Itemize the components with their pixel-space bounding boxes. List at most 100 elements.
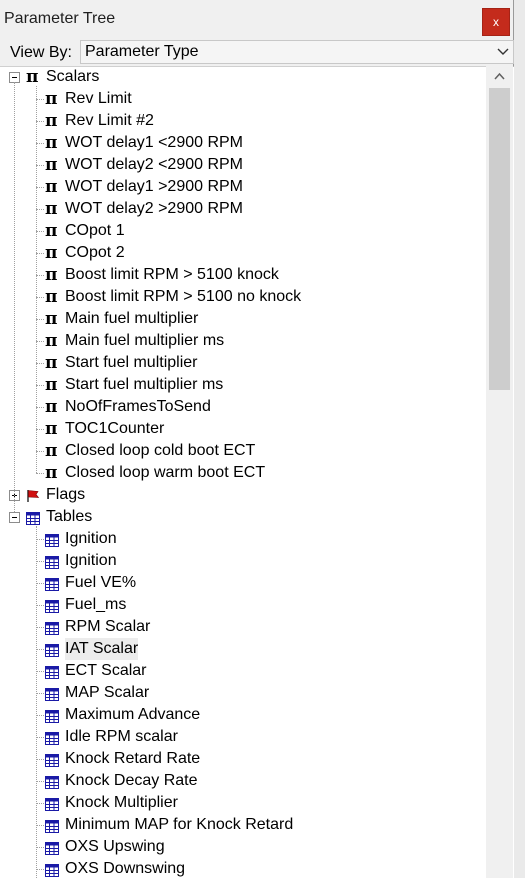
tree-connector	[36, 429, 44, 430]
tree-item-table[interactable]: Knock Decay Rate	[0, 770, 485, 792]
table-grid-icon	[45, 622, 59, 635]
tree-item-label: OXS Downswing	[65, 860, 186, 877]
tree-item-scalar[interactable]: π COpot 1	[0, 220, 485, 242]
table-grid-icon	[45, 798, 59, 811]
pi-icon: π	[45, 221, 58, 241]
tree-connector	[36, 187, 44, 188]
pi-icon: π	[45, 177, 58, 197]
scroll-up-icon[interactable]	[494, 72, 505, 80]
view-by-select[interactable]: Parameter Type	[80, 40, 514, 64]
tree-item-table[interactable]: IAT Scalar	[0, 638, 485, 660]
pi-icon: π	[45, 133, 58, 153]
tree-item-scalar[interactable]: π WOT delay1 <2900 RPM	[0, 132, 485, 154]
tree-item-scalar[interactable]: π Boost limit RPM > 5100 no knock	[0, 286, 485, 308]
pi-icon: π	[45, 419, 58, 439]
table-grid-icon	[45, 534, 59, 547]
tree-connector	[36, 231, 44, 232]
tree-item-scalar[interactable]: π Main fuel multiplier	[0, 308, 485, 330]
pi-icon: π	[45, 441, 58, 461]
pi-icon: π	[45, 111, 58, 131]
tree-item-table[interactable]: Knock Multiplier	[0, 792, 485, 814]
tree-item-label: NoOfFramesToSend	[65, 398, 211, 415]
tree-connector	[36, 605, 44, 606]
table-grid-icon	[45, 820, 59, 833]
tree-connector	[36, 627, 44, 628]
pi-icon: π	[45, 155, 58, 175]
pi-icon: π	[45, 243, 58, 263]
tree-group-tables[interactable]: Tables	[0, 506, 485, 528]
table-grid-icon	[45, 776, 59, 789]
tree-connector	[36, 561, 44, 562]
tree-connector	[36, 451, 44, 452]
tree-item-table[interactable]: Maximum Advance	[0, 704, 485, 726]
tree-item-table[interactable]: Ignition	[0, 528, 485, 550]
table-grid-icon	[45, 578, 59, 591]
tree-item-scalar[interactable]: π Rev Limit #2	[0, 110, 485, 132]
tree-group-flags[interactable]: Flags	[0, 484, 485, 506]
tree-item-scalar[interactable]: π Rev Limit	[0, 88, 485, 110]
tree-item-table[interactable]: Idle RPM scalar	[0, 726, 485, 748]
tree-connector	[36, 715, 44, 716]
tree-connector	[36, 539, 44, 540]
chevron-down-icon	[497, 48, 509, 55]
pi-icon: π	[45, 89, 58, 109]
pi-icon: π	[45, 375, 58, 395]
tree-item-scalar[interactable]: π Start fuel multiplier	[0, 352, 485, 374]
tree-item-scalar[interactable]: π Closed loop cold boot ECT	[0, 440, 485, 462]
tree-item-label: Closed loop warm boot ECT	[65, 464, 266, 481]
scroll-thumb[interactable]	[489, 88, 510, 390]
tree-connector	[36, 209, 44, 210]
tree-item-table[interactable]: MAP Scalar	[0, 682, 485, 704]
tree-item-scalar[interactable]: π WOT delay1 >2900 RPM	[0, 176, 485, 198]
tree-item-scalar[interactable]: π Closed loop warm boot ECT	[0, 462, 485, 484]
tree-item-label: Knock Multiplier	[65, 794, 178, 811]
tree-item-table[interactable]: ECT Scalar	[0, 660, 485, 682]
parameter-tree[interactable]: π Scalars π Rev Limit π Rev Limit #2 π WOT dela…	[0, 66, 485, 878]
tree-item-label: RPM Scalar	[65, 618, 151, 635]
tree-connector	[36, 297, 44, 298]
tree-item-scalar[interactable]: π WOT delay2 >2900 RPM	[0, 198, 485, 220]
tree-item-label: Maximum Advance	[65, 706, 201, 723]
tree-connector	[36, 143, 44, 144]
table-grid-icon	[45, 644, 59, 657]
tree-item-label: Scalars	[46, 68, 100, 85]
tree-item-scalar[interactable]: π NoOfFramesToSend	[0, 396, 485, 418]
tree-item-scalar[interactable]: π Main fuel multiplier ms	[0, 330, 485, 352]
tree-item-label: Boost limit RPM > 5100 knock	[65, 266, 279, 283]
tree-item-table[interactable]: RPM Scalar	[0, 616, 485, 638]
tree-item-label: Flags	[46, 486, 86, 503]
tree-connector	[36, 385, 44, 386]
tree-connector	[36, 341, 44, 342]
tree-item-label: Idle RPM scalar	[65, 728, 178, 745]
tree-item-scalar[interactable]: π COpot 2	[0, 242, 485, 264]
table-grid-icon	[45, 556, 59, 569]
table-grid-icon	[26, 512, 40, 525]
tree-item-table[interactable]: Fuel VE%	[0, 572, 485, 594]
tree-item-scalar[interactable]: π Boost limit RPM > 5100 knock	[0, 264, 485, 286]
tree-item-table[interactable]: Minimum MAP for Knock Retard	[0, 814, 485, 836]
tree-item-table[interactable]: Ignition	[0, 550, 485, 572]
tree-item-label: WOT delay2 <2900 RPM	[65, 156, 244, 173]
tree-item-label: OXS Upswing	[65, 838, 165, 855]
tree-item-table[interactable]: Fuel_ms	[0, 594, 485, 616]
tree-item-label: Fuel VE%	[65, 574, 137, 591]
tree-item-scalar[interactable]: π WOT delay2 <2900 RPM	[0, 154, 485, 176]
close-button[interactable]: x	[482, 8, 510, 36]
tree-connector	[36, 363, 44, 364]
tree-group-scalars[interactable]: π Scalars	[0, 66, 485, 88]
tree-item-table[interactable]: Knock Retard Rate	[0, 748, 485, 770]
tree-item-scalar[interactable]: π TOC1Counter	[0, 418, 485, 440]
collapse-tables-button[interactable]	[9, 512, 20, 523]
tree-item-table[interactable]: OXS Downswing	[0, 858, 485, 878]
tree-connector	[36, 847, 44, 848]
tree-connector	[36, 781, 44, 782]
tree-item-label: Start fuel multiplier ms	[65, 376, 224, 393]
vertical-scrollbar[interactable]	[486, 66, 513, 878]
close-icon: x	[493, 15, 499, 29]
tree-item-table[interactable]: OXS Upswing	[0, 836, 485, 858]
tree-connector	[36, 473, 44, 474]
pi-icon: π	[45, 331, 58, 351]
tree-item-scalar[interactable]: π Start fuel multiplier ms	[0, 374, 485, 396]
tree-item-label: Ignition	[65, 530, 117, 547]
tree-connector	[36, 737, 44, 738]
